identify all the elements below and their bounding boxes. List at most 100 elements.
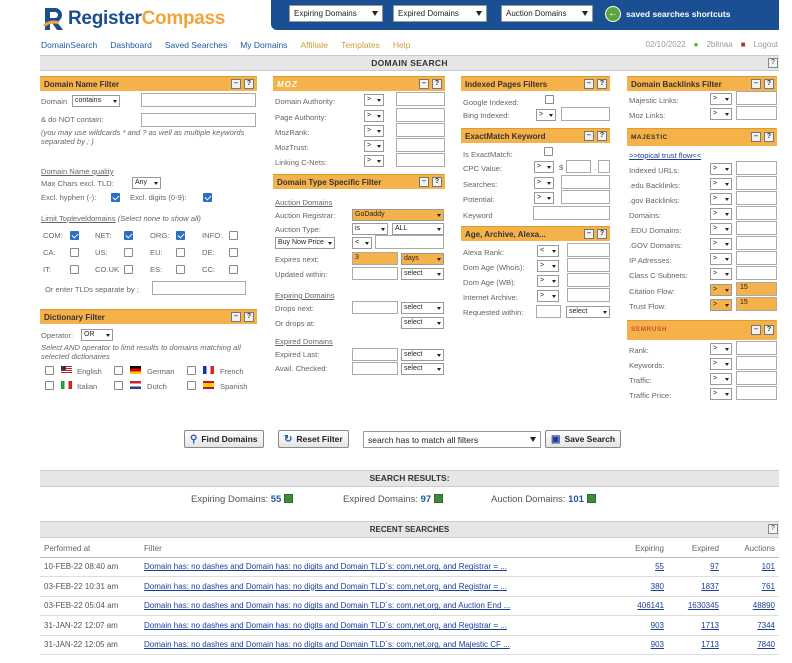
minimize-icon[interactable]: – — [231, 312, 241, 322]
minimize-icon[interactable]: – — [419, 79, 429, 89]
moz-links-input[interactable] — [736, 106, 777, 120]
potential-op[interactable]: > — [534, 192, 554, 204]
dict-italian-checkbox[interactable] — [45, 381, 54, 390]
cpc-op[interactable]: > — [534, 161, 554, 173]
trust-flow-op[interactable]: > — [710, 299, 732, 311]
registrar-select[interactable]: GoDaddy — [352, 209, 444, 221]
searches-input[interactable] — [561, 175, 610, 189]
citation-flow-op[interactable]: > — [710, 284, 732, 296]
help-icon[interactable]: ? — [244, 79, 254, 89]
minimize-icon[interactable]: – — [584, 131, 594, 141]
help-icon[interactable]: ? — [432, 79, 442, 89]
minimize-icon[interactable]: – — [419, 177, 429, 187]
tld-es-checkbox[interactable] — [176, 265, 185, 274]
excl-digits-checkbox[interactable] — [203, 193, 212, 202]
row-expiring-link[interactable]: 380 — [608, 576, 668, 597]
moz-pa-op[interactable]: > — [364, 110, 384, 122]
help-icon[interactable]: ? — [764, 132, 774, 142]
avail-checked-select[interactable]: select — [401, 363, 444, 375]
class-c-op[interactable]: > — [710, 268, 732, 280]
updated-within-input[interactable] — [352, 267, 398, 280]
row-expired-link[interactable]: 1630345 — [668, 596, 723, 616]
google-indexed-checkbox[interactable] — [545, 95, 554, 104]
ip-addresses-input[interactable] — [736, 251, 777, 265]
gov-backlinks-input[interactable] — [736, 191, 777, 205]
moz-da-op[interactable]: > — [364, 94, 384, 106]
row-filter-link[interactable]: Domain has: no dashes and Domain has: no… — [140, 596, 608, 616]
reset-filter-button[interactable]: ↻ Reset Filter — [278, 430, 349, 448]
requested-within-select[interactable]: select — [566, 306, 610, 318]
semrush-traffic-input[interactable] — [736, 371, 777, 385]
excel-icon[interactable] — [284, 494, 294, 503]
dict-german-checkbox[interactable] — [114, 366, 123, 375]
semrush-keywords-op[interactable]: > — [710, 358, 732, 370]
majestic-links-op[interactable]: > — [710, 93, 732, 105]
help-icon[interactable]: ? — [768, 58, 778, 68]
nav-my-domains[interactable]: My Domains — [240, 40, 287, 50]
drops-next-select[interactable]: select — [401, 302, 444, 314]
moz-cnets-op[interactable]: > — [364, 155, 384, 167]
auction-domains-dropdown[interactable]: Auction Domains — [501, 5, 593, 22]
cpc-cents-input[interactable] — [598, 160, 610, 173]
row-auctions-link[interactable]: 7840 — [723, 635, 779, 655]
expired-count-link[interactable]: 97 — [421, 494, 432, 505]
tld-couk-checkbox[interactable] — [124, 265, 133, 274]
nav-help[interactable]: Help — [393, 40, 410, 50]
ip-addresses-op[interactable]: > — [710, 253, 732, 265]
dict-dutch-checkbox[interactable] — [114, 381, 123, 390]
expired-last-select[interactable]: select — [401, 349, 444, 361]
help-icon[interactable]: ? — [597, 131, 607, 141]
row-auctions-link[interactable]: 48890 — [723, 596, 779, 616]
moz-rank-input[interactable] — [396, 123, 445, 137]
expires-unit-select[interactable]: days — [401, 253, 444, 265]
auction-count-link[interactable]: 101 — [568, 494, 584, 505]
bing-indexed-input[interactable] — [561, 107, 610, 121]
majestic-links-input[interactable] — [736, 91, 777, 105]
excel-icon[interactable] — [586, 494, 596, 503]
expired-domains-dropdown[interactable]: Expired Domains — [393, 5, 487, 22]
searches-op[interactable]: > — [534, 177, 554, 189]
buy-now-select[interactable]: Buy Now Price — [275, 237, 335, 249]
tld-org-checkbox[interactable] — [176, 231, 185, 240]
drops-next-input[interactable] — [352, 301, 398, 314]
archive-op[interactable]: > — [537, 290, 559, 302]
requested-within-input[interactable] — [536, 305, 561, 318]
nav-dashboard[interactable]: Dashboard — [110, 40, 152, 50]
row-auctions-link[interactable]: 761 — [723, 576, 779, 597]
row-expiring-link[interactable]: 903 — [608, 615, 668, 636]
tld-cc-checkbox[interactable] — [229, 265, 238, 274]
gov-backlinks-op[interactable]: > — [710, 193, 732, 205]
help-icon[interactable]: ? — [432, 177, 442, 187]
moz-links-op[interactable]: > — [710, 108, 732, 120]
row-filter-link[interactable]: Domain has: no dashes and Domain has: no… — [140, 576, 608, 597]
buy-now-op[interactable]: < — [352, 237, 372, 249]
minimize-icon[interactable]: – — [751, 132, 761, 142]
expiring-domains-dropdown[interactable]: Expiring Domains — [289, 5, 383, 22]
age-wb-input[interactable] — [567, 273, 610, 287]
tld-ca-checkbox[interactable] — [70, 248, 79, 257]
expiring-count-link[interactable]: 55 — [271, 494, 282, 505]
keyword-input[interactable] — [533, 206, 610, 220]
help-icon[interactable]: ? — [244, 312, 254, 322]
expired-last-input[interactable] — [352, 348, 398, 361]
tld-it-checkbox[interactable] — [70, 265, 79, 274]
or-drops-select[interactable]: select — [401, 317, 444, 329]
cpc-dollars-input[interactable] — [566, 160, 591, 173]
trust-flow-input[interactable]: 15 — [736, 297, 777, 311]
tld-eu-checkbox[interactable] — [176, 248, 185, 257]
edu-backlinks-input[interactable] — [736, 176, 777, 190]
avail-checked-input[interactable] — [352, 362, 398, 375]
username[interactable]: 2bitnaa — [706, 40, 732, 49]
dict-french-checkbox[interactable] — [187, 366, 196, 375]
minimize-icon[interactable]: – — [751, 325, 761, 335]
moz-cnets-input[interactable] — [396, 153, 445, 167]
semrush-traffic-op[interactable]: > — [710, 373, 732, 385]
age-whois-op[interactable]: > — [537, 260, 559, 272]
nav-domainsearch[interactable]: DomainSearch — [41, 40, 97, 50]
age-whois-input[interactable] — [567, 258, 610, 272]
saved-searches-shortcuts[interactable]: ← saved searches shortcuts — [605, 5, 730, 22]
moz-pa-input[interactable] — [396, 108, 445, 122]
potential-input[interactable] — [561, 190, 610, 204]
nav-affiliate[interactable]: Affiliate — [300, 40, 328, 50]
help-icon[interactable]: ? — [768, 524, 778, 534]
